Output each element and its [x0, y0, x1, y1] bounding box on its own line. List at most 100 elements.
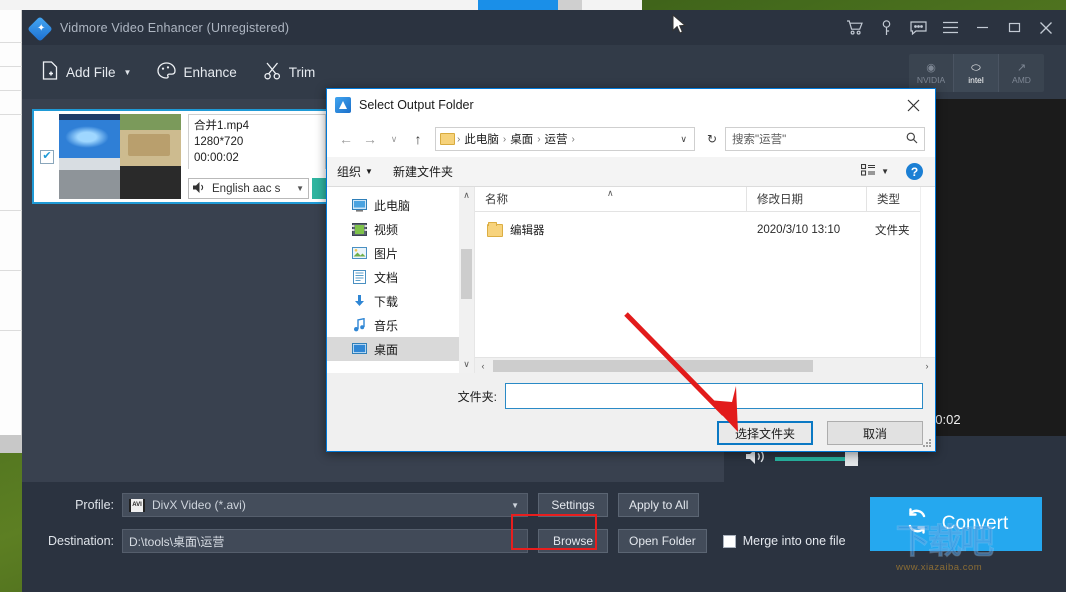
scroll-down-icon[interactable]: ∨	[463, 356, 470, 373]
avi-file-icon: AVI	[129, 498, 145, 512]
tree-label: 图片	[374, 246, 399, 261]
dialog-close-button[interactable]	[891, 89, 935, 121]
file-duration: 00:00:02	[194, 152, 239, 164]
check-icon: ✔	[42, 150, 52, 162]
recent-locations-button[interactable]: ∨	[383, 127, 405, 151]
video-thumbnail	[59, 114, 181, 199]
merge-row[interactable]: Merge into one file	[722, 534, 846, 548]
breadcrumb[interactable]: › 此电脑 › 桌面 › 运营 › ∨	[435, 127, 695, 151]
file-resolution: 1280*720	[194, 136, 244, 148]
gpu-amd-label: AMD	[1012, 74, 1031, 85]
breadcrumb-item-0[interactable]: 此电脑	[462, 131, 501, 147]
open-folder-button[interactable]: Open Folder	[618, 529, 707, 553]
tree-scrollbar[interactable]: ∧ ∨	[459, 187, 474, 373]
this-pc-icon	[351, 198, 367, 212]
breadcrumb-item-2[interactable]: 运营	[543, 131, 570, 147]
file-select-checkbox[interactable]: ✔	[40, 149, 54, 164]
dialog-toolbar: 组织 ▼ 新建文件夹 ▼ ?	[327, 157, 935, 187]
convert-button[interactable]: Convert	[870, 497, 1042, 551]
column-header-date[interactable]: 修改日期	[747, 187, 867, 212]
column-header-name[interactable]: 名称 ∧	[475, 187, 747, 212]
tree-item-documents[interactable]: 文档	[327, 265, 474, 289]
file-browser-pane: 名称 ∧ 修改日期 类型 编辑器 2020/3/10 13:10 文件夹 ‹ ›	[475, 187, 935, 373]
list-vertical-scrollbar[interactable]	[920, 187, 935, 357]
minimize-button[interactable]	[966, 10, 998, 45]
select-folder-button[interactable]: 选择文件夹	[717, 421, 813, 445]
hscroll-thumb[interactable]	[493, 359, 813, 372]
volume-icon[interactable]	[746, 449, 765, 469]
table-row[interactable]: 编辑器 2020/3/10 13:10 文件夹	[475, 217, 935, 243]
gpu-intel-button[interactable]: ⬭ intel	[954, 54, 999, 92]
gpu-amd-button[interactable]: ↗ AMD	[999, 54, 1044, 92]
dialog-main: 此电脑 视频 图片 文档 下载 音乐 桌面 ∧ ∨ 名称 ∧ 修改日期 类型 编…	[327, 187, 935, 373]
merge-checkbox[interactable]	[722, 534, 736, 548]
column-headers: 名称 ∧ 修改日期 类型	[475, 187, 935, 212]
scroll-right-icon[interactable]: ›	[919, 361, 935, 371]
breadcrumb-sep: ›	[457, 133, 461, 145]
file-list-item[interactable]: ✔ 合并1.mp4 1280*720 00:00:02 English aac …	[32, 109, 332, 204]
tree-scroll-thumb[interactable]	[461, 249, 472, 299]
chevron-down-icon[interactable]: ∨	[680, 134, 690, 145]
enhance-button[interactable]: Enhance	[155, 58, 238, 87]
merge-label: Merge into one file	[742, 534, 846, 548]
column-label: 修改日期	[757, 194, 803, 206]
maximize-button[interactable]	[998, 10, 1030, 45]
dialog-resize-grip[interactable]	[922, 438, 932, 448]
audio-track-value: English aac s	[212, 182, 281, 195]
folder-field-row: 文件夹:	[327, 373, 935, 409]
destination-input[interactable]: D:\tools\桌面\运营	[122, 529, 528, 553]
key-icon[interactable]	[870, 10, 902, 45]
column-header-type[interactable]: 类型	[867, 187, 927, 212]
search-input[interactable]: 搜索"运营"	[725, 127, 925, 151]
help-icon[interactable]: ?	[906, 163, 923, 180]
tree-label: 音乐	[374, 318, 399, 333]
breadcrumb-item-1[interactable]: 桌面	[508, 131, 535, 147]
tree-item-videos[interactable]: 视频	[327, 217, 474, 241]
list-horizontal-scrollbar[interactable]: ‹ ›	[475, 357, 935, 373]
tree-item-pictures[interactable]: 图片	[327, 241, 474, 265]
tree-item-downloads[interactable]: 下载	[327, 289, 474, 313]
column-label: 类型	[877, 194, 900, 206]
cart-icon[interactable]	[838, 10, 870, 45]
organize-button[interactable]: 组织 ▼	[337, 163, 373, 180]
subtitle-button[interactable]	[312, 178, 326, 199]
audio-track-select[interactable]: English aac s ▼	[188, 178, 309, 199]
scroll-left-icon[interactable]: ‹	[475, 361, 491, 371]
volume-knob[interactable]	[845, 452, 858, 466]
new-folder-button[interactable]: 新建文件夹	[393, 163, 453, 180]
cancel-button[interactable]: 取消	[827, 421, 923, 445]
chevron-down-icon: ▼	[296, 184, 304, 193]
menu-icon[interactable]	[934, 10, 966, 45]
volume-fill	[775, 457, 845, 461]
pictures-folder-icon	[351, 246, 367, 260]
refresh-icon[interactable]: ↻	[701, 127, 723, 151]
tree-item-this-pc[interactable]: 此电脑	[327, 193, 474, 217]
breadcrumb-sep: ›	[502, 133, 507, 145]
folder-field-label: 文件夹:	[457, 389, 497, 404]
profile-label: Profile:	[75, 498, 114, 512]
volume-slider[interactable]	[775, 452, 859, 466]
search-placeholder: 搜索"运营"	[732, 134, 787, 146]
scroll-up-icon[interactable]: ∧	[463, 187, 470, 204]
screen: ✦ Vidmore Video Enhancer (Unregistered)	[0, 0, 1066, 592]
tree-item-music[interactable]: 音乐	[327, 313, 474, 337]
up-button[interactable]: ↑	[407, 127, 429, 151]
music-folder-icon	[351, 318, 367, 332]
feedback-chat-icon[interactable]	[902, 10, 934, 45]
profile-select[interactable]: AVI DivX Video (*.avi) ▼	[122, 493, 528, 517]
forward-button[interactable]: →	[359, 127, 381, 151]
gpu-intel-label: intel	[968, 74, 984, 85]
dialog-navigation-bar: ← → ∨ ↑ › 此电脑 › 桌面 › 运营 › ∨ ↻ 搜索"运营"	[327, 121, 935, 157]
back-button[interactable]: ←	[335, 127, 357, 151]
intel-icon: ⬭	[971, 61, 981, 74]
close-button[interactable]	[1030, 10, 1062, 45]
apply-to-all-button[interactable]: Apply to All	[618, 493, 700, 517]
add-file-button[interactable]: Add File ▼	[40, 57, 133, 87]
file-rows: 编辑器 2020/3/10 13:10 文件夹	[475, 212, 935, 357]
view-layout-button[interactable]: ▼	[861, 163, 889, 181]
tree-item-desktop[interactable]: 桌面	[327, 337, 474, 361]
trim-button[interactable]: Trim	[261, 58, 318, 87]
folder-name-input[interactable]	[505, 383, 923, 409]
gpu-nvidia-button[interactable]: ◉ NVIDIA	[909, 54, 954, 92]
videos-folder-icon	[351, 222, 367, 236]
